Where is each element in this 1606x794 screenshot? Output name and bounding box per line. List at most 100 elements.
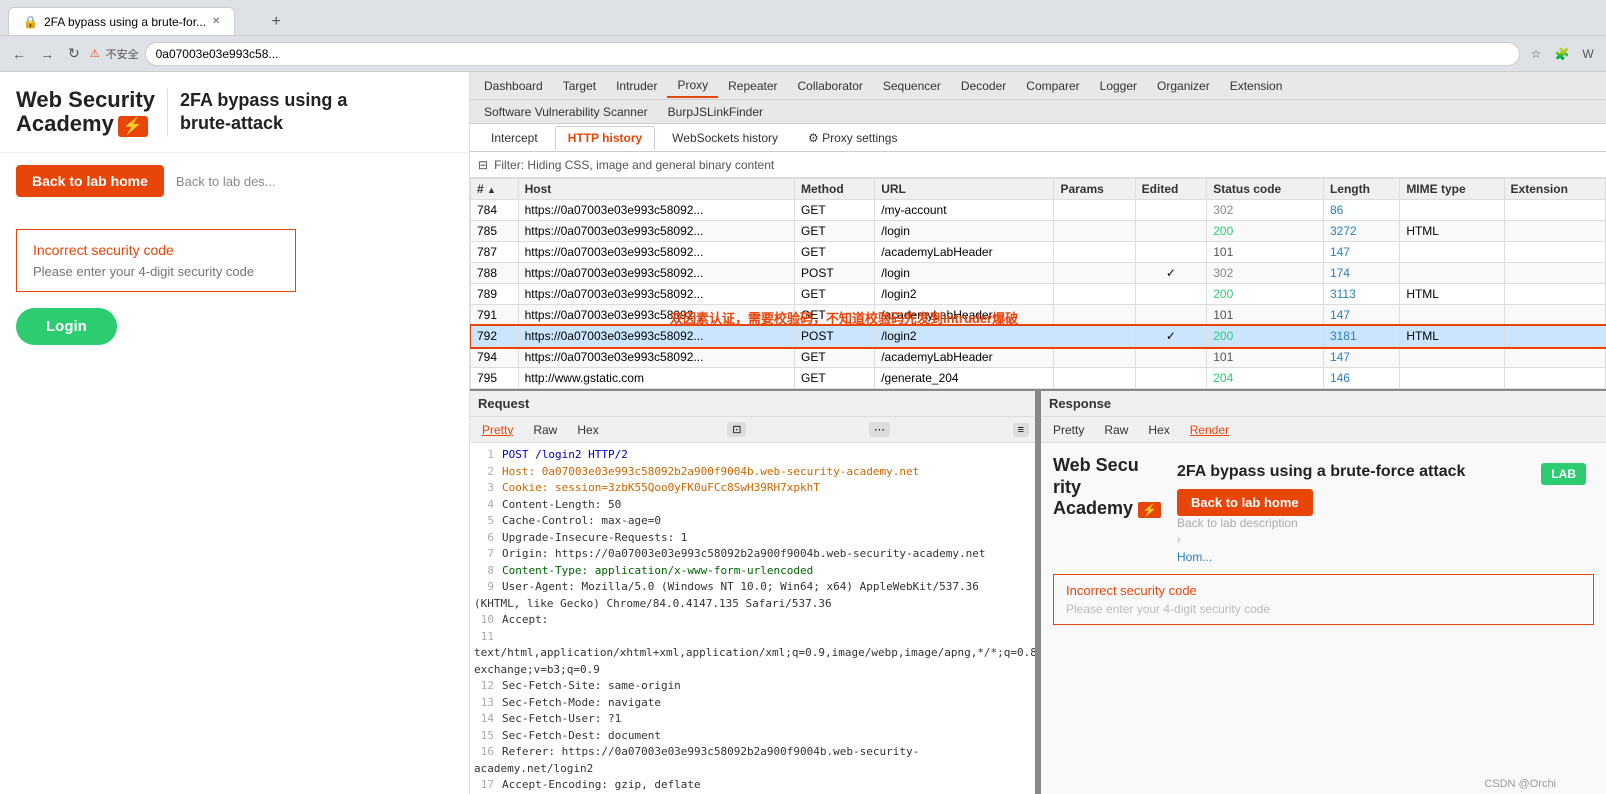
table-row[interactable]: 791 https://0a07003e03e993c58092... GET …: [471, 305, 1606, 326]
reload-button[interactable]: ↻: [64, 43, 84, 64]
menu-dashboard[interactable]: Dashboard: [474, 75, 553, 97]
cell-mime: HTML: [1400, 284, 1504, 305]
cell-mime: [1400, 263, 1504, 284]
res-tab-pretty[interactable]: Pretty: [1047, 421, 1090, 439]
tab-http-history[interactable]: HTTP history: [555, 126, 655, 150]
col-header-ext[interactable]: Extension: [1504, 179, 1605, 200]
cell-params: [1054, 242, 1135, 263]
req-tab-pretty[interactable]: Pretty: [476, 421, 519, 439]
table-row[interactable]: 795 http://www.gstatic.com GET /generate…: [471, 368, 1606, 389]
col-header-host[interactable]: Host: [518, 179, 794, 200]
cell-edited: [1135, 368, 1207, 389]
cell-status: 200: [1207, 326, 1324, 347]
new-tab-button[interactable]: +: [263, 9, 288, 35]
render-home-link[interactable]: Hom...: [1177, 550, 1594, 564]
cell-method: GET: [795, 242, 875, 263]
req-send-button[interactable]: ⊡: [727, 422, 746, 437]
col-header-method[interactable]: Method: [795, 179, 875, 200]
cell-length: 3113: [1323, 284, 1399, 305]
tab-websockets-history[interactable]: WebSockets history: [659, 126, 791, 150]
req-option-button[interactable]: ⋯: [869, 422, 890, 437]
render-content: Web SecurityAcademy ⚡ LAB 2FA bypass usi…: [1041, 443, 1606, 794]
tab-title: 2FA bypass using a brute-for...: [44, 15, 206, 29]
cell-id: 791: [471, 305, 519, 326]
forward-button[interactable]: →: [36, 44, 58, 64]
cell-length: 147: [1323, 242, 1399, 263]
wsa-logo-text: Web SecurityAcademy⚡: [16, 88, 155, 136]
render-back-btn[interactable]: Back to lab home: [1177, 489, 1313, 516]
menu-extension[interactable]: Extension: [1220, 75, 1293, 97]
request-line: 12Sec-Fetch-Site: same-origin: [474, 678, 1031, 695]
menu-collaborator[interactable]: Collaborator: [788, 75, 873, 97]
menu-repeater[interactable]: Repeater: [718, 75, 787, 97]
cell-mime: HTML: [1400, 221, 1504, 242]
table-row[interactable]: 794 https://0a07003e03e993c58092... GET …: [471, 347, 1606, 368]
cell-id: 784: [471, 200, 519, 221]
request-line: 5Cache-Control: max-age=0: [474, 513, 1031, 530]
cell-mime: [1400, 305, 1504, 326]
bookmark-button[interactable]: ☆: [1526, 44, 1546, 64]
col-header-url[interactable]: URL: [875, 179, 1054, 200]
burp-suite-panel: Dashboard Target Intruder Proxy Repeater…: [470, 72, 1606, 794]
cell-status: 302: [1207, 200, 1324, 221]
menu-target[interactable]: Target: [553, 75, 606, 97]
table-row[interactable]: 792 https://0a07003e03e993c58092... POST…: [471, 326, 1606, 347]
cell-status: 101: [1207, 305, 1324, 326]
menu-proxy[interactable]: Proxy: [667, 74, 718, 98]
col-header-length[interactable]: Length: [1323, 179, 1399, 200]
req-res-area: Request Pretty Raw Hex ⊡ ⋯ ≡ 1POST /logi…: [470, 391, 1606, 794]
cell-id: 787: [471, 242, 519, 263]
extensions-button[interactable]: 🧩: [1552, 44, 1572, 64]
res-tab-raw[interactable]: Raw: [1098, 421, 1134, 439]
req-tab-hex[interactable]: Hex: [571, 421, 604, 439]
cell-mime: [1400, 368, 1504, 389]
col-header-num[interactable]: # ▲: [471, 179, 519, 200]
browser-tab-active[interactable]: 🔒 2FA bypass using a brute-for... ✕: [8, 7, 235, 35]
res-tab-hex[interactable]: Hex: [1142, 421, 1175, 439]
back-button[interactable]: ←: [8, 44, 30, 64]
render-error-box: Incorrect security code Please enter you…: [1053, 574, 1594, 625]
error-title: Incorrect security code: [33, 242, 279, 258]
cell-method: POST: [795, 263, 875, 284]
sub-item-scanner[interactable]: Software Vulnerability Scanner: [474, 103, 658, 121]
table-row[interactable]: 787 https://0a07003e03e993c58092... GET …: [471, 242, 1606, 263]
cell-host: https://0a07003e03e993c58092...: [518, 326, 794, 347]
sub-item-jslinkfinder[interactable]: BurpJSLinkFinder: [658, 103, 773, 121]
col-header-status[interactable]: Status code: [1207, 179, 1324, 200]
security-warning: ⚠: [90, 47, 100, 60]
security-code-input[interactable]: [33, 264, 279, 279]
request-label: Request: [478, 396, 529, 411]
render-error-title: Incorrect security code: [1066, 583, 1581, 598]
cell-url: /academyLabHeader: [875, 305, 1054, 326]
cell-url: /login2: [875, 326, 1054, 347]
request-panel: Request Pretty Raw Hex ⊡ ⋯ ≡ 1POST /logi…: [470, 391, 1037, 794]
tab-close-button[interactable]: ✕: [212, 16, 220, 27]
table-row[interactable]: 785 https://0a07003e03e993c58092... GET …: [471, 221, 1606, 242]
menu-comparer[interactable]: Comparer: [1016, 75, 1089, 97]
tab-intercept[interactable]: Intercept: [478, 126, 551, 150]
request-line: 7Origin: https://0a07003e03e993c58092b2a…: [474, 546, 1031, 563]
menu-intruder[interactable]: Intruder: [606, 75, 667, 97]
col-header-params[interactable]: Params: [1054, 179, 1135, 200]
table-row[interactable]: 789 https://0a07003e03e993c58092... GET …: [471, 284, 1606, 305]
menu-sequencer[interactable]: Sequencer: [873, 75, 951, 97]
back-to-lab-button[interactable]: Back to lab home: [16, 165, 164, 197]
col-header-mime[interactable]: MIME type: [1400, 179, 1504, 200]
login-button[interactable]: Login: [16, 308, 117, 345]
request-line: 15Sec-Fetch-Dest: document: [474, 728, 1031, 745]
menu-logger[interactable]: Logger: [1090, 75, 1147, 97]
tab-proxy-settings[interactable]: ⚙ Proxy settings: [795, 126, 910, 150]
res-tab-render[interactable]: Render: [1184, 421, 1235, 439]
request-panel-tabs: Pretty Raw Hex ⊡ ⋯ ≡: [470, 417, 1035, 443]
browser-tab-inactive[interactable]: [235, 7, 263, 35]
cell-mime: [1400, 200, 1504, 221]
profile-button[interactable]: W: [1578, 44, 1598, 64]
col-header-edited[interactable]: Edited: [1135, 179, 1207, 200]
menu-decoder[interactable]: Decoder: [951, 75, 1016, 97]
req-wrap-button[interactable]: ≡: [1013, 423, 1029, 437]
table-row[interactable]: 788 https://0a07003e03e993c58092... POST…: [471, 263, 1606, 284]
menu-organizer[interactable]: Organizer: [1147, 75, 1220, 97]
table-row[interactable]: 784 https://0a07003e03e993c58092... GET …: [471, 200, 1606, 221]
address-input[interactable]: [145, 42, 1520, 66]
req-tab-raw[interactable]: Raw: [527, 421, 563, 439]
